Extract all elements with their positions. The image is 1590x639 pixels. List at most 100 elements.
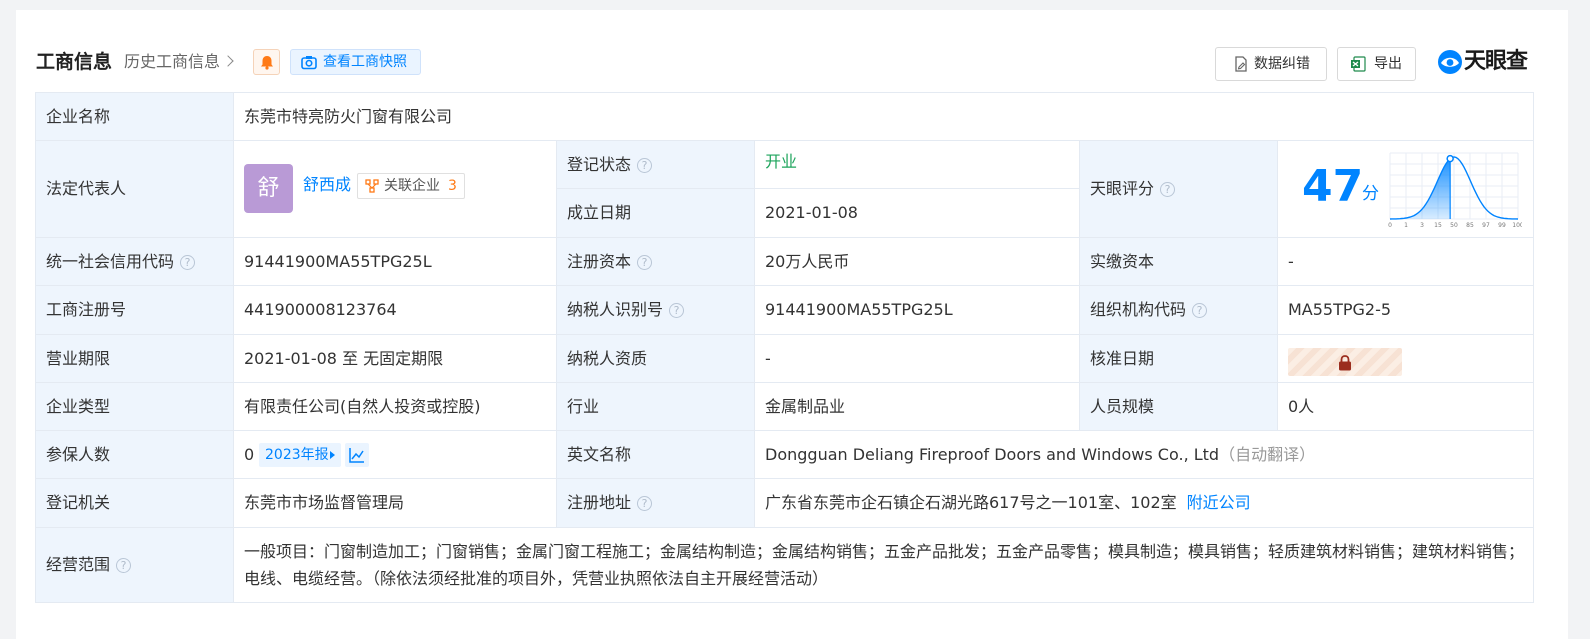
english-name-value: Dongguan Deliang Fireproof Doors and Win… bbox=[765, 444, 1220, 464]
reg-capital-label-cell: 注册资本? bbox=[557, 238, 755, 286]
related-companies-count[interactable]: 3 bbox=[448, 174, 457, 198]
insured-label: 参保人数 bbox=[46, 444, 111, 464]
paid-capital-label: 实缴资本 bbox=[1090, 251, 1155, 271]
axis-tick-label: 100 bbox=[1512, 222, 1522, 229]
related-companies-label[interactable]: 关联企业 bbox=[384, 174, 440, 198]
founded-value: 2021-01-08 bbox=[765, 203, 858, 222]
history-link[interactable]: 历史工商信息 bbox=[124, 50, 234, 74]
paid-capital-value: - bbox=[1288, 251, 1294, 271]
help-icon[interactable]: ? bbox=[1160, 182, 1176, 197]
score-area bbox=[1390, 158, 1451, 219]
help-icon[interactable]: ? bbox=[669, 303, 685, 318]
help-icon[interactable]: ? bbox=[116, 558, 132, 573]
export-label[interactable]: 导出 bbox=[1374, 48, 1402, 80]
avatar[interactable]: 舒 bbox=[244, 164, 293, 213]
score-marker-dot bbox=[1446, 154, 1454, 163]
taxpayer-id-label: 纳税人识别号 bbox=[567, 300, 664, 319]
tianyancha-logo[interactable]: 天眼查 bbox=[1436, 48, 1528, 76]
snapshot-button-label[interactable]: 查看工商快照 bbox=[323, 50, 407, 74]
section-title: 工商信息 bbox=[36, 51, 113, 73]
nearby-companies-link[interactable]: 附近公司 bbox=[1187, 493, 1251, 512]
excel-icon bbox=[1351, 56, 1366, 72]
legal-rep-label: 法定代表人 bbox=[46, 179, 127, 198]
industry-label-cell: 行业 bbox=[557, 383, 755, 431]
credit-code-cell: 91441900MA55TPG25L bbox=[234, 238, 557, 286]
biz-term-label-cell: 营业期限 bbox=[36, 335, 234, 383]
axis-tick-label: 99 bbox=[1498, 222, 1506, 229]
legal-rep-name-link[interactable]: 舒西成 bbox=[303, 174, 351, 196]
paid-capital-label-cell: 实缴资本 bbox=[1080, 238, 1278, 286]
insured-cell: 0 2023年报 bbox=[234, 431, 557, 479]
help-icon[interactable]: ? bbox=[1192, 303, 1208, 318]
company-type-label-cell: 企业类型 bbox=[36, 383, 234, 431]
founded-label: 成立日期 bbox=[567, 203, 632, 222]
biz-term-cell: 2021-01-08 至 无固定期限 bbox=[234, 335, 557, 383]
help-icon[interactable]: ? bbox=[180, 254, 196, 270]
trend-chart-button[interactable] bbox=[345, 443, 369, 467]
score-value[interactable]: 47 bbox=[1302, 161, 1363, 213]
reg-status-label-cell: 登记状态? bbox=[557, 141, 755, 189]
help-icon[interactable]: ? bbox=[637, 254, 653, 270]
english-name-label-cell: 英文名称 bbox=[557, 431, 755, 479]
founded-cell: 2021-01-08 bbox=[755, 189, 1080, 238]
company-type-label: 企业类型 bbox=[46, 396, 111, 416]
edit-doc-icon bbox=[1235, 56, 1247, 72]
reg-address-cell: 广东省东莞市企石镇企石湖光路617号之一101室、102室 附近公司 bbox=[755, 479, 1534, 528]
reg-authority-cell: 东莞市市场监督管理局 bbox=[234, 479, 557, 528]
reg-address-label-cell: 注册地址? bbox=[557, 479, 755, 528]
data-correction-label[interactable]: 数据纠错 bbox=[1254, 48, 1310, 80]
help-icon[interactable]: ? bbox=[637, 157, 653, 173]
auto-translate-note: （自动翻译） bbox=[1219, 444, 1316, 464]
score-distribution-chart: 0 1 3 15 50 85 97 99 100 bbox=[1388, 152, 1522, 229]
axis-tick-label: 3 bbox=[1420, 222, 1424, 229]
reg-address-label: 注册地址 bbox=[567, 493, 632, 512]
org-code-value: MA55TPG2-5 bbox=[1288, 300, 1392, 319]
snapshot-button[interactable]: 查看工商快照 bbox=[290, 49, 421, 75]
approval-date-cell bbox=[1278, 335, 1534, 383]
reg-status-label: 登记状态 bbox=[567, 154, 632, 174]
org-code-label-cell: 组织机构代码? bbox=[1080, 286, 1278, 335]
staff-size-value: 0人 bbox=[1288, 396, 1315, 416]
camera-icon bbox=[301, 56, 317, 70]
taxpayer-qual-value: - bbox=[765, 348, 771, 368]
line-chart-icon bbox=[349, 448, 364, 463]
annual-report-label[interactable]: 2023年报 bbox=[265, 443, 329, 467]
org-code-cell: MA55TPG2-5 bbox=[1278, 286, 1534, 335]
legal-rep-label-cell: 法定代表人 bbox=[36, 141, 234, 238]
export-button[interactable]: 导出 bbox=[1337, 47, 1416, 81]
scope-label-cell: 经营范围? bbox=[36, 528, 234, 602]
company-name-cell: 东莞市特亮防火门窗有限公司 bbox=[234, 93, 1534, 141]
reg-address-value: 广东省东莞市企石镇企石湖光路617号之一101室、102室 bbox=[765, 493, 1177, 512]
axis-tick-label: 85 bbox=[1466, 222, 1474, 229]
biz-reg-no-value: 441900008123764 bbox=[244, 300, 397, 319]
reg-status-value: 开业 bbox=[765, 152, 798, 172]
bell-icon bbox=[261, 56, 273, 70]
locked-value-button[interactable] bbox=[1288, 348, 1402, 376]
data-correction-button[interactable]: 数据纠错 bbox=[1215, 47, 1327, 81]
score-unit: 分 bbox=[1362, 184, 1379, 204]
reg-authority-value: 东莞市市场监督管理局 bbox=[244, 493, 405, 512]
related-companies-button[interactable]: 关联企业 3 bbox=[357, 173, 465, 199]
taxpayer-id-cell: 91441900MA55TPG25L bbox=[755, 286, 1080, 335]
english-name-label: 英文名称 bbox=[567, 444, 632, 464]
industry-cell: 金属制品业 bbox=[755, 383, 1080, 431]
insured-label-cell: 参保人数 bbox=[36, 431, 234, 479]
taxpayer-qual-label-cell: 纳税人资质 bbox=[557, 335, 755, 383]
industry-label: 行业 bbox=[567, 396, 600, 416]
relation-graph-icon bbox=[365, 179, 379, 193]
company-name-value: 东莞市特亮防火门窗有限公司 bbox=[244, 106, 453, 126]
insured-value: 0 bbox=[244, 444, 255, 464]
biz-reg-no-label: 工商注册号 bbox=[46, 300, 127, 319]
company-name-label: 企业名称 bbox=[46, 106, 111, 126]
biz-term-value: 2021-01-08 至 无固定期限 bbox=[244, 348, 444, 368]
history-link-label[interactable]: 历史工商信息 bbox=[124, 52, 220, 71]
help-icon[interactable]: ? bbox=[637, 496, 653, 511]
monitor-bell-button[interactable] bbox=[253, 49, 280, 75]
annual-report-tag[interactable]: 2023年报 bbox=[259, 443, 341, 467]
eye-logo-icon bbox=[1438, 50, 1462, 74]
score-cell[interactable]: 47 分 0 1 3 15 50 85 97 99 100 bbox=[1278, 141, 1534, 238]
scope-cell: 一般项目：门窗制造加工；门窗销售；金属门窗工程施工；金属结构制造；金属结构销售；… bbox=[234, 528, 1534, 602]
legal-rep-cell: 舒 舒西成 关联企业 3 bbox=[234, 141, 557, 238]
lock-icon bbox=[1339, 355, 1351, 371]
credit-code-value: 91441900MA55TPG25L bbox=[244, 251, 432, 271]
